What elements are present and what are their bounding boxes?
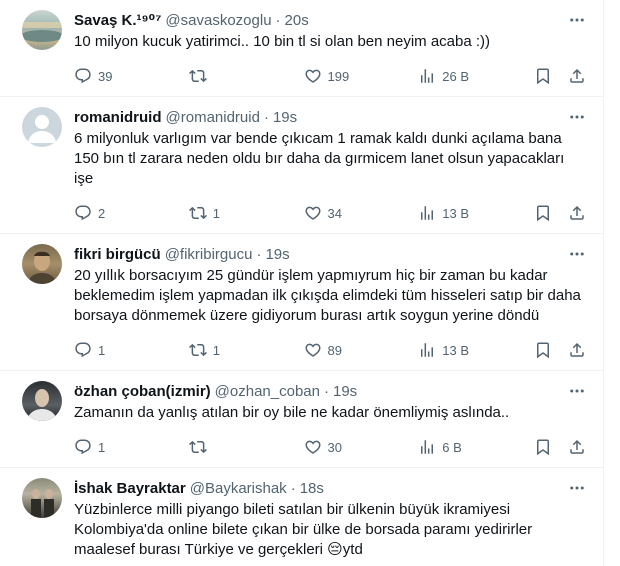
display-name[interactable]: Savaş K.¹⁹⁰⁷ (74, 11, 161, 29)
views-chart-icon (421, 69, 434, 83)
tweet[interactable]: İshak Bayraktar @Baykarishak · 18s Yüzbi… (0, 468, 603, 560)
heart-icon (304, 206, 321, 220)
separator-dot: · (290, 479, 296, 497)
heart-icon (304, 343, 321, 357)
separator-dot: · (323, 382, 329, 400)
like-count: 199 (327, 68, 350, 84)
tweet[interactable]: Savaş K.¹⁹⁰⁷ @savaskozoglu · 20s 10 mily… (0, 0, 603, 97)
tweet[interactable]: fikri birgücü @fikribirgucu · 19s 20 yıl… (0, 234, 603, 371)
views-button[interactable]: 26 B (418, 67, 533, 85)
bookmark-icon[interactable] (533, 340, 553, 360)
tweet-text: Yüzbinlerce milli piyango bileti satılan… (74, 501, 533, 558)
reply-button[interactable]: 1 (74, 438, 189, 456)
reply-count: 1 (98, 342, 106, 358)
like-count: 89 (327, 342, 342, 358)
more-dots-icon[interactable] (567, 381, 587, 401)
user-handle[interactable]: @savaskozoglu (165, 12, 271, 29)
avatar[interactable] (22, 478, 62, 518)
user-handle[interactable]: @fikribirgucu (165, 246, 253, 263)
tweet-text: 6 milyonluk varlıgım var bende çıkıcam 1… (74, 130, 565, 187)
retweet-icon (188, 206, 207, 220)
display-name[interactable]: romanidruid (74, 109, 162, 126)
timestamp[interactable]: 19s (333, 383, 357, 400)
like-count: 34 (327, 205, 342, 221)
user-handle[interactable]: @ozhan_coban (215, 383, 320, 400)
avatar[interactable] (22, 381, 62, 421)
bookmark-icon[interactable] (533, 66, 553, 86)
bookmark-icon[interactable] (533, 203, 553, 223)
separator-dot: · (275, 11, 281, 29)
retweet-button[interactable] (188, 67, 304, 85)
retweet-count: 1 (212, 342, 220, 358)
views-chart-icon (421, 440, 434, 454)
user-handle[interactable]: @romanidruid (166, 109, 260, 126)
bookmark-icon[interactable] (533, 437, 553, 457)
reply-count: 2 (98, 205, 106, 221)
like-count: 30 (327, 439, 342, 455)
reply-icon (75, 205, 91, 221)
tweet-actions: 39 199 26 B (74, 56, 587, 96)
reply-count: 1 (98, 439, 106, 455)
retweet-icon (188, 440, 207, 454)
reply-button[interactable]: 1 (74, 341, 189, 359)
timestamp[interactable]: 18s (300, 480, 324, 497)
reply-icon (75, 439, 91, 455)
views-count: 13 B (442, 342, 469, 358)
timestamp[interactable]: 19s (273, 109, 297, 126)
like-button[interactable]: 199 (304, 67, 419, 85)
timestamp[interactable]: 20s (285, 12, 309, 29)
heart-icon (304, 69, 321, 83)
timestamp[interactable]: 19s (265, 246, 289, 263)
more-dots-icon[interactable] (567, 10, 587, 30)
reply-icon (75, 68, 91, 84)
reply-icon (75, 342, 91, 358)
display-name[interactable]: özhan çoban(izmir) (74, 383, 211, 400)
separator-dot: · (256, 245, 262, 263)
tweet-text: 20 yıllık borsacıyım 25 gündür işlem yap… (74, 267, 581, 324)
tweet[interactable]: özhan çoban(izmir) @ozhan_coban · 19s Za… (0, 371, 603, 468)
retweet-button[interactable]: 1 (188, 204, 304, 222)
share-icon[interactable] (567, 66, 587, 86)
display-name[interactable]: fikri birgücü (74, 246, 161, 263)
reply-button[interactable]: 2 (74, 204, 189, 222)
more-dots-icon[interactable] (567, 478, 587, 498)
avatar[interactable] (22, 244, 62, 284)
separator-dot: · (263, 108, 269, 126)
avatar[interactable] (22, 10, 62, 50)
tweet-text: 10 milyon kucuk yatirimci.. 10 bin tl si… (74, 33, 491, 50)
views-button[interactable]: 6 B (418, 438, 533, 456)
views-button[interactable]: 13 B (418, 204, 533, 222)
views-count: 26 B (442, 68, 469, 84)
user-handle[interactable]: @Baykarishak (190, 480, 287, 497)
views-chart-icon (421, 343, 434, 357)
share-icon[interactable] (567, 203, 587, 223)
share-icon[interactable] (567, 437, 587, 457)
share-icon[interactable] (567, 340, 587, 360)
tweet-actions: 2 1 34 13 B (74, 193, 587, 233)
retweet-button[interactable] (188, 438, 304, 456)
more-dots-icon[interactable] (567, 107, 587, 127)
views-count: 13 B (442, 205, 469, 221)
views-count: 6 B (442, 439, 462, 455)
tweet-text: Zamanın da yanlış atılan bir oy bile ne … (74, 404, 510, 421)
reply-button[interactable]: 39 (74, 67, 189, 85)
like-button[interactable]: 89 (304, 341, 419, 359)
tweet-actions: 1 1 89 13 B (74, 330, 587, 370)
like-button[interactable]: 30 (304, 438, 419, 456)
views-button[interactable]: 13 B (418, 341, 533, 359)
reply-count: 39 (98, 68, 113, 84)
avatar[interactable] (22, 107, 62, 147)
like-button[interactable]: 34 (304, 204, 419, 222)
tweet[interactable]: romanidruid @romanidruid · 19s 6 milyonl… (0, 97, 603, 234)
heart-icon (304, 440, 321, 454)
views-chart-icon (421, 206, 434, 220)
retweet-count: 1 (212, 205, 220, 221)
more-dots-icon[interactable] (567, 244, 587, 264)
retweet-button[interactable]: 1 (188, 341, 304, 359)
retweet-icon (188, 69, 207, 83)
display-name[interactable]: İshak Bayraktar (74, 480, 186, 497)
retweet-icon (188, 343, 207, 357)
timeline-feed: Savaş K.¹⁹⁰⁷ @savaskozoglu · 20s 10 mily… (0, 0, 604, 566)
tweet-actions: 1 30 6 B (74, 427, 587, 467)
